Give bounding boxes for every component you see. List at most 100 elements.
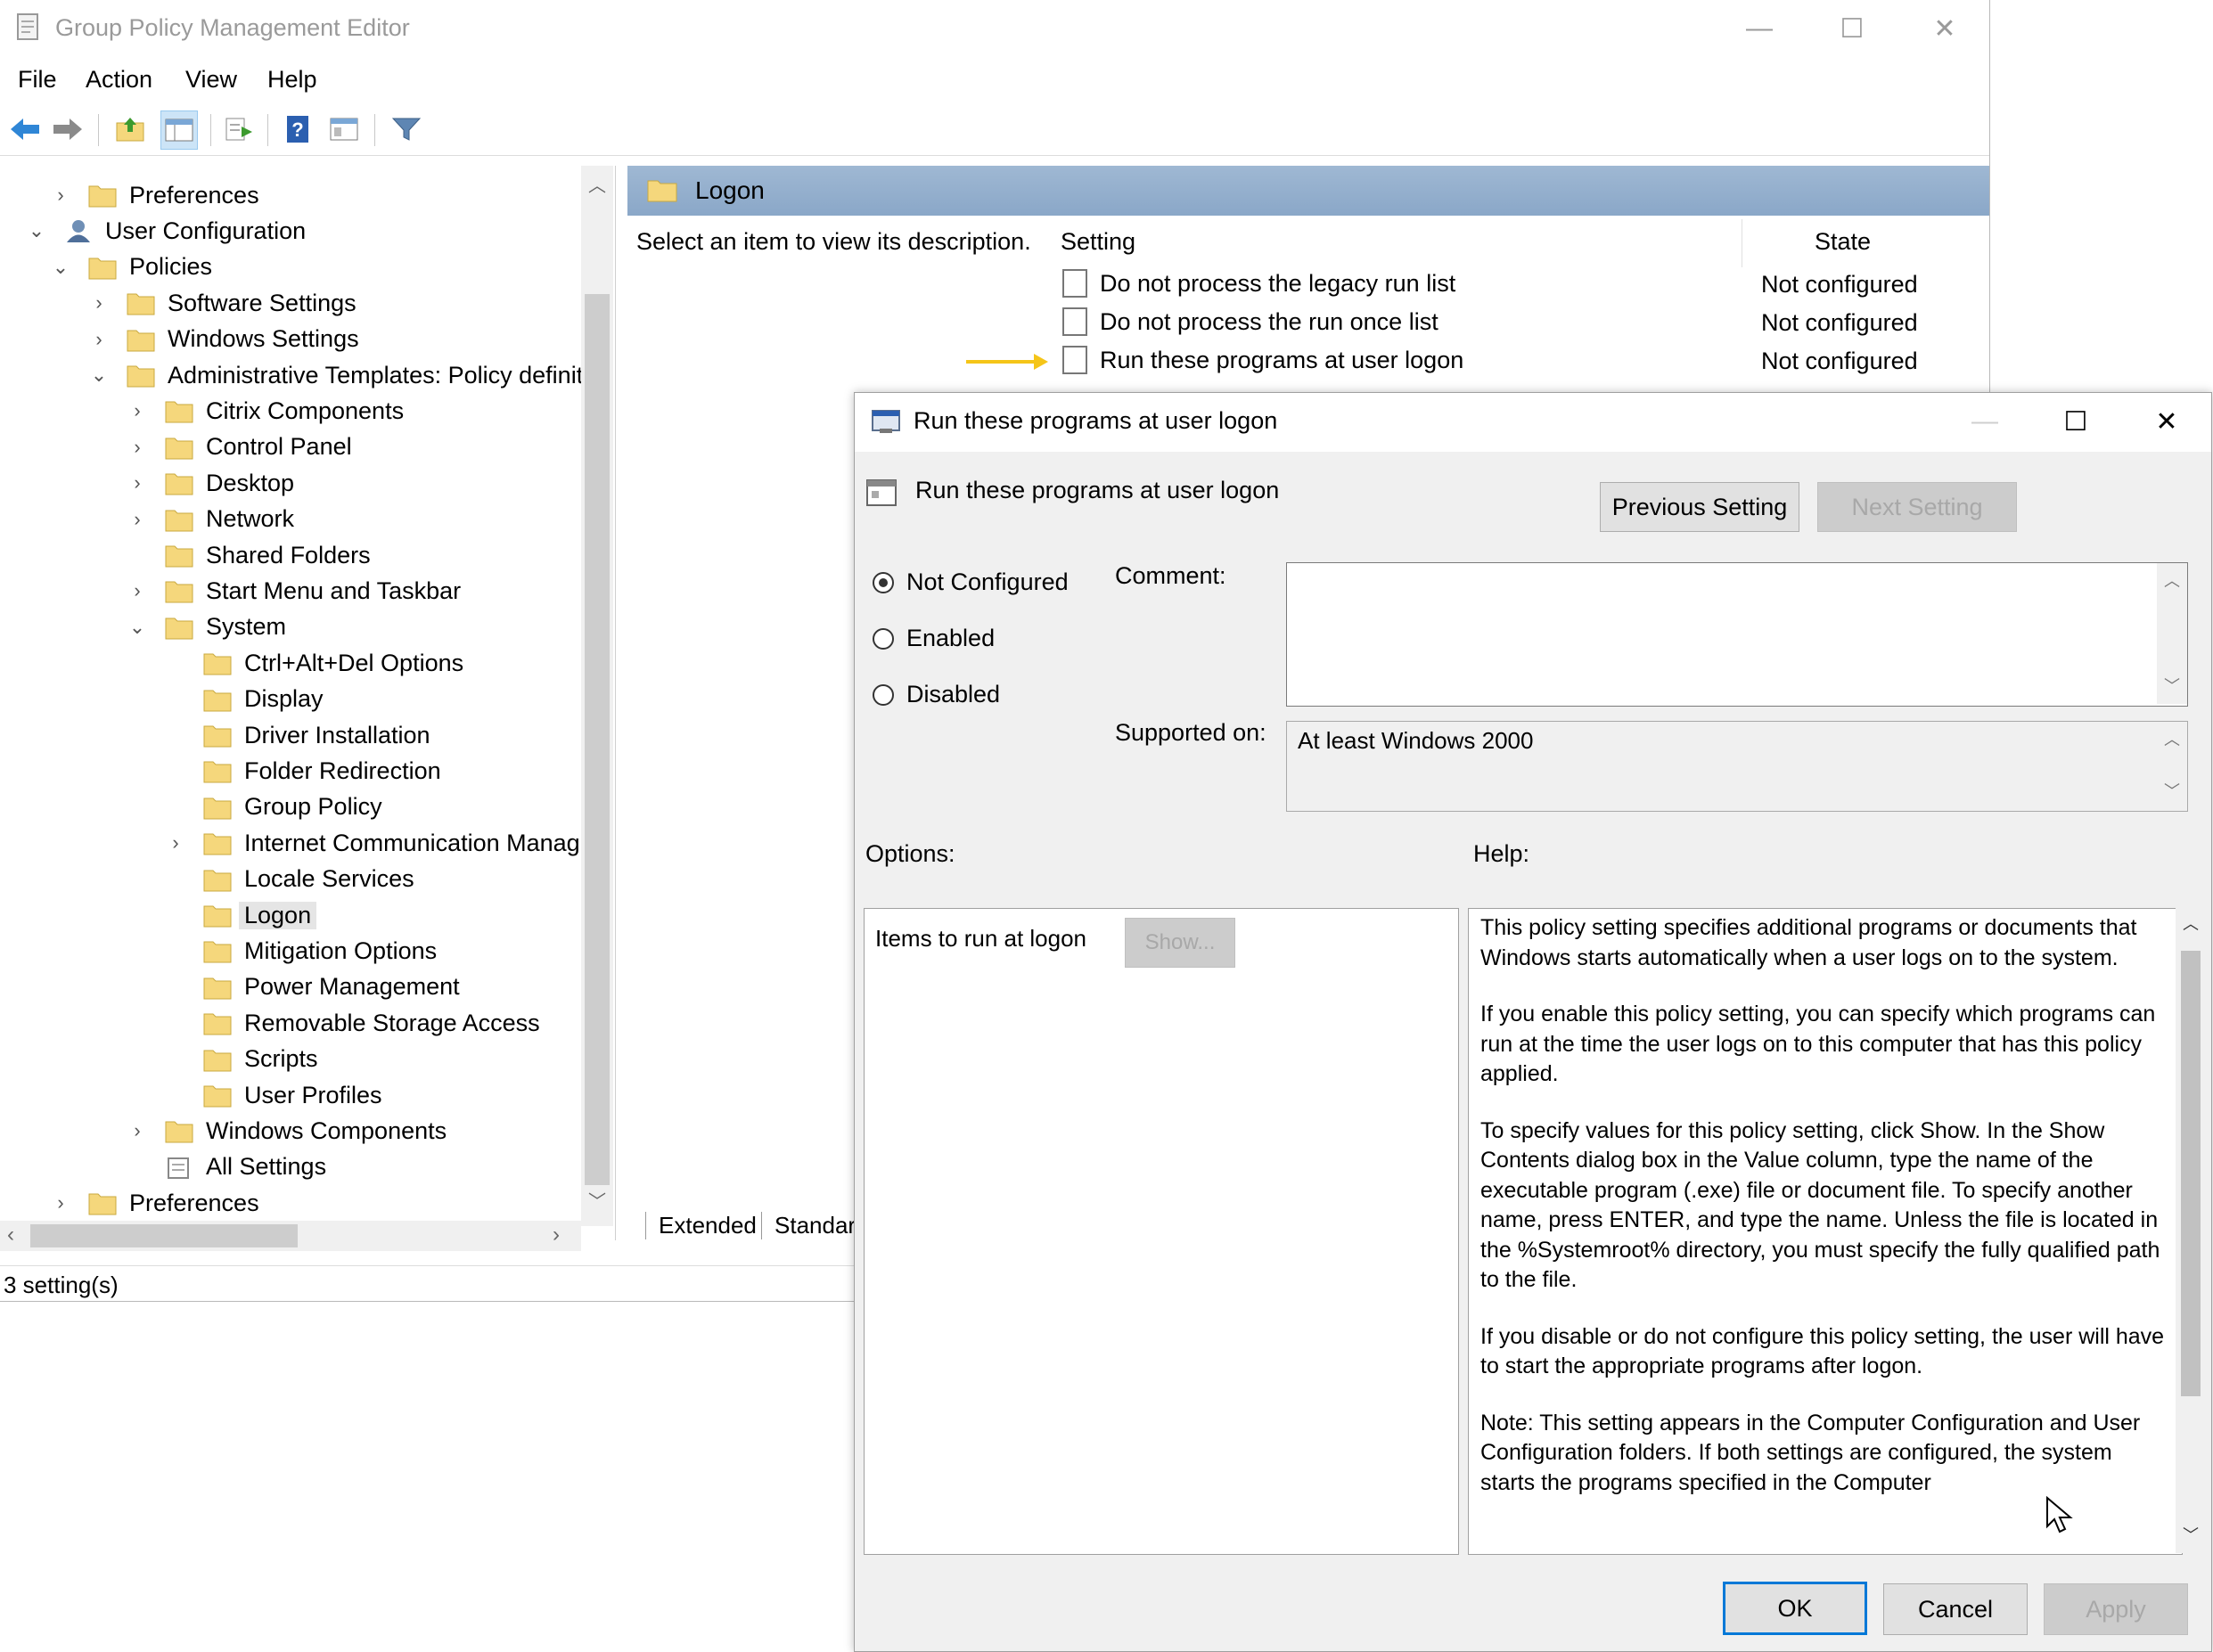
- toolbar-separator: [210, 114, 211, 146]
- tree-item[interactable]: › Preferences: [51, 1186, 258, 1220]
- tree-item[interactable]: › Software Settings: [89, 286, 356, 320]
- radio-disabled[interactable]: Disabled: [873, 681, 1000, 708]
- tree-item[interactable]: All Settings: [127, 1150, 326, 1184]
- tree-item[interactable]: Scripts: [166, 1043, 318, 1076]
- chevron-down-icon[interactable]: ⌄: [51, 256, 70, 278]
- tree-item[interactable]: › Windows Settings: [89, 323, 358, 356]
- menu-view[interactable]: View: [185, 66, 237, 94]
- radio-enabled[interactable]: Enabled: [873, 625, 995, 652]
- tree-item[interactable]: › Network: [127, 503, 294, 536]
- radio-indicator[interactable]: [873, 683, 894, 706]
- chevron-right-icon[interactable]: ›: [127, 1119, 147, 1141]
- tree-item[interactable]: › Internet Communication Manag: [166, 826, 579, 860]
- tree-item[interactable]: Mitigation Options: [166, 934, 437, 968]
- tree-item[interactable]: Display: [166, 683, 324, 716]
- chevron-right-icon[interactable]: ›: [127, 436, 147, 458]
- tree-item[interactable]: ⌄ User Configuration: [27, 214, 306, 248]
- setting-row[interactable]: Do not process the run once list: [1062, 307, 1438, 336]
- tree-item[interactable]: Power Management: [166, 970, 460, 1004]
- tree-item[interactable]: Group Policy: [166, 790, 382, 824]
- apply-button[interactable]: Apply: [2044, 1583, 2188, 1635]
- chevron-down-icon[interactable]: ⌄: [127, 616, 147, 638]
- tab-standard[interactable]: Standar: [761, 1212, 868, 1239]
- chevron-right-icon[interactable]: ›: [127, 579, 147, 601]
- scroll-up-icon[interactable]: ︿: [588, 171, 606, 197]
- chevron-right-icon[interactable]: ›: [127, 508, 147, 530]
- tree-item[interactable]: ⌄ System: [127, 610, 286, 644]
- column-header-setting[interactable]: Setting: [1061, 228, 1135, 256]
- supported-on-scrollbar[interactable]: ︿ ﹀: [2157, 722, 2187, 809]
- previous-setting-button[interactable]: Previous Setting: [1600, 482, 1799, 532]
- chevron-right-icon[interactable]: ›: [127, 399, 147, 421]
- back-arrow-icon[interactable]: [7, 110, 43, 148]
- up-folder-icon[interactable]: [112, 110, 148, 148]
- tree-item[interactable]: Locale Services: [166, 863, 414, 896]
- show-hide-tree-icon[interactable]: [160, 110, 198, 150]
- tree-item[interactable]: ⌄ Administrative Templates: Policy defini…: [89, 358, 583, 392]
- next-setting-button[interactable]: Next Setting: [1817, 482, 2017, 532]
- chevron-right-icon[interactable]: ›: [51, 1191, 70, 1214]
- chevron-down-icon[interactable]: ⌄: [89, 364, 109, 386]
- tree-item[interactable]: Shared Folders: [127, 538, 371, 572]
- close-button[interactable]: ✕: [1909, 5, 1980, 52]
- minimize-button[interactable]: —: [1724, 5, 1795, 52]
- help-scrollbar[interactable]: ︿ ﹀: [2176, 908, 2206, 1553]
- dialog-minimize-button[interactable]: —: [1949, 398, 2020, 445]
- properties-icon[interactable]: [326, 110, 362, 148]
- tree-item[interactable]: User Profiles: [166, 1078, 382, 1112]
- ok-button[interactable]: OK: [1723, 1582, 1867, 1635]
- menu-action[interactable]: Action: [86, 66, 152, 94]
- setting-row[interactable]: Do not process the legacy run list: [1062, 269, 1455, 298]
- cancel-button[interactable]: Cancel: [1883, 1583, 2028, 1635]
- chevron-right-icon[interactable]: ›: [89, 291, 109, 314]
- scroll-down-icon[interactable]: ﹀: [2157, 779, 2187, 802]
- menu-help[interactable]: Help: [267, 66, 317, 94]
- scroll-up-icon[interactable]: ︿: [2157, 727, 2187, 750]
- dialog-maximize-button[interactable]: ☐: [2040, 398, 2111, 445]
- scroll-down-icon[interactable]: ﹀: [588, 1187, 606, 1213]
- radio-not-configured[interactable]: Not Configured: [873, 568, 1069, 596]
- tree-item[interactable]: › Desktop: [127, 466, 294, 500]
- help-icon[interactable]: ?: [280, 110, 316, 148]
- tree-item[interactable]: Removable Storage Access: [166, 1006, 540, 1040]
- scroll-up-icon[interactable]: ︿: [2157, 568, 2187, 592]
- scroll-right-icon[interactable]: ›: [553, 1223, 560, 1247]
- filter-icon[interactable]: [389, 110, 424, 148]
- tree-vertical-scroll-thumb[interactable]: [585, 294, 610, 1185]
- forward-arrow-icon[interactable]: [50, 110, 86, 148]
- help-scroll-thumb[interactable]: [2181, 951, 2201, 1396]
- radio-indicator[interactable]: [873, 571, 894, 593]
- scroll-down-icon[interactable]: ﹀: [2176, 1523, 2206, 1546]
- tree-item[interactable]: › Citrix Components: [127, 394, 404, 428]
- chevron-right-icon[interactable]: ›: [89, 328, 109, 350]
- radio-indicator[interactable]: [873, 627, 894, 650]
- show-button[interactable]: Show...: [1125, 918, 1235, 968]
- comment-textbox[interactable]: ︿ ﹀: [1286, 562, 2188, 707]
- column-header-state[interactable]: State: [1815, 228, 1871, 256]
- menu-file[interactable]: File: [18, 66, 57, 94]
- dialog-close-button[interactable]: ✕: [2131, 398, 2202, 445]
- chevron-right-icon[interactable]: ›: [51, 184, 70, 206]
- tree-item[interactable]: › Preferences: [51, 178, 258, 212]
- maximize-button[interactable]: ☐: [1816, 5, 1888, 52]
- tree-item[interactable]: Driver Installation: [166, 718, 430, 752]
- tab-extended[interactable]: Extended: [645, 1212, 769, 1239]
- tree-item[interactable]: Ctrl+Alt+Del Options: [166, 646, 463, 680]
- tree-item[interactable]: › Control Panel: [127, 430, 351, 464]
- comment-scrollbar[interactable]: ︿ ﹀: [2157, 563, 2187, 704]
- scroll-left-icon[interactable]: ‹: [7, 1223, 14, 1247]
- tree-item[interactable]: Logon: [166, 898, 317, 932]
- tree-item[interactable]: › Windows Components: [127, 1114, 447, 1148]
- tree-item[interactable]: Folder Redirection: [166, 754, 441, 788]
- chevron-right-icon[interactable]: ›: [127, 471, 147, 494]
- scroll-up-icon[interactable]: ︿: [2176, 912, 2206, 935]
- setting-row[interactable]: Run these programs at user logon: [1062, 346, 1463, 374]
- scroll-down-icon[interactable]: ﹀: [2157, 674, 2187, 697]
- tree-item-label: Administrative Templates: Policy definit: [168, 361, 584, 388]
- export-list-icon[interactable]: [221, 110, 257, 148]
- tree-item[interactable]: › Start Menu and Taskbar: [127, 574, 461, 608]
- chevron-down-icon[interactable]: ⌄: [27, 219, 46, 241]
- tree-item[interactable]: ⌄ Policies: [51, 250, 212, 284]
- tree-horizontal-scroll-thumb[interactable]: [30, 1224, 298, 1247]
- chevron-right-icon[interactable]: ›: [166, 831, 185, 854]
